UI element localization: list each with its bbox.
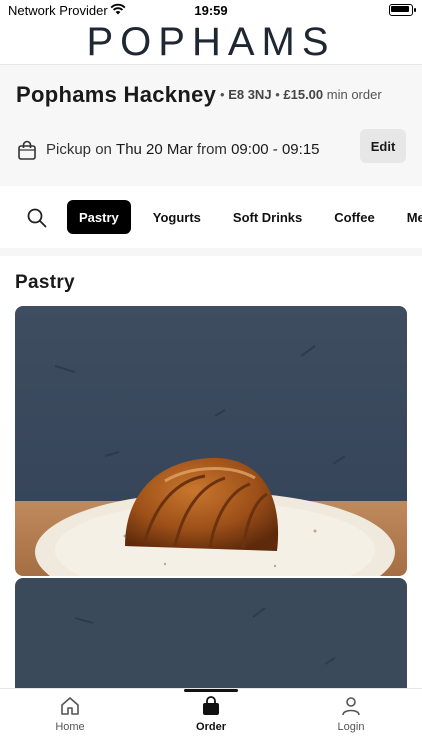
pickup-text: Pickup on Thu 20 Mar from 09:00 - 09:15	[46, 141, 320, 158]
shopping-bag-icon	[16, 139, 38, 161]
store-name: Pophams Hackney	[16, 82, 217, 107]
separator-1: •	[220, 87, 225, 102]
tab-home[interactable]: Home	[30, 695, 110, 733]
tab-order[interactable]: Order	[171, 695, 251, 733]
category-tab-yogurts[interactable]: Yogurts	[143, 200, 211, 234]
shopping-bag-icon	[203, 696, 219, 715]
tab-order-label: Order	[196, 721, 226, 733]
battery-icon	[389, 4, 416, 16]
pickup-prefix: Pickup on	[46, 141, 112, 158]
category-tab-more[interactable]: Me	[397, 200, 422, 234]
product-photo	[15, 578, 407, 688]
tab-login[interactable]: Login	[311, 695, 391, 733]
min-order-amount: £15.00	[283, 87, 324, 102]
active-tab-indicator	[184, 689, 238, 692]
pickup-from: from	[196, 141, 227, 158]
store-info: Pophams Hackney • E8 3NJ • £15.00 min or…	[0, 64, 422, 187]
product-card[interactable]	[15, 578, 407, 688]
category-tab-soft-drinks[interactable]: Soft Drinks	[223, 200, 312, 234]
croissant-photo	[15, 306, 407, 576]
category-tab-pastry[interactable]: Pastry	[67, 200, 131, 234]
edit-pickup-button[interactable]: Edit	[360, 129, 406, 163]
bottom-tab-bar: Home Order Login	[0, 688, 422, 751]
menu-content: Pastry	[0, 256, 422, 688]
pickup-row: Pickup on Thu 20 Mar from 09:00 - 09:15 …	[16, 129, 406, 165]
category-tab-coffee[interactable]: Coffee	[324, 200, 384, 234]
product-card[interactable]	[15, 306, 407, 576]
search-icon[interactable]	[27, 208, 47, 228]
brand-header: POPHAMS	[0, 20, 422, 64]
separator-2: •	[275, 87, 280, 102]
brand-logo: POPHAMS	[86, 19, 336, 64]
min-order-label: min order	[326, 87, 382, 102]
home-icon	[61, 697, 79, 715]
tab-home-label: Home	[55, 721, 85, 733]
pickup-date: Thu 20 Mar	[116, 141, 193, 158]
user-icon	[342, 697, 360, 716]
tab-login-label: Login	[337, 721, 365, 733]
clock: 19:59	[194, 3, 228, 18]
section-title: Pastry	[15, 272, 75, 293]
store-meta: • E8 3NJ • £15.00 min order	[220, 87, 382, 102]
store-postcode: E8 3NJ	[228, 87, 272, 102]
category-tabs: Pastry Yogurts Soft Drinks Coffee Me	[67, 200, 422, 234]
pickup-time: 09:00 - 09:15	[231, 141, 320, 158]
category-nav: Pastry Yogurts Soft Drinks Coffee Me	[0, 186, 422, 248]
